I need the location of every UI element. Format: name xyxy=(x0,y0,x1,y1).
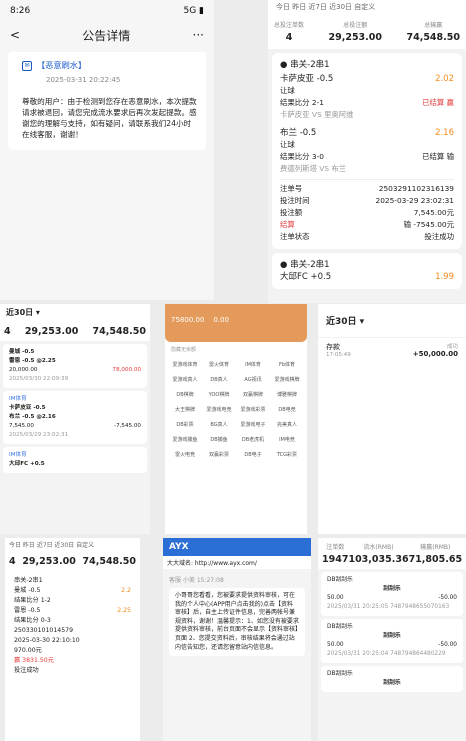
more-icon[interactable]: ··· xyxy=(193,28,204,42)
venue-item[interactable]: YOO棋牌 xyxy=(203,391,235,398)
venue-item[interactable]: 爱游戏棋牌 xyxy=(271,376,303,383)
game-card[interactable]: DB刮刮乐 刮刮乐 50.00 -50.00 2025/03/31 20:25:05 7… xyxy=(321,572,463,616)
venue-item[interactable]: DB电子 xyxy=(237,451,269,458)
record-card[interactable]: 曼城 -0.5 雷恩 -0.5 @2.25 20,000.00 78,000.00 20… xyxy=(3,344,147,388)
bet-card[interactable]: ● 串关-2串1 卡萨皮亚 -0.5 2.02 让球 结果比分 2-1 已结算 赢 … xyxy=(272,53,462,249)
venue-item[interactable]: Fb体育 xyxy=(271,361,303,368)
venue-item[interactable]: IM体育 xyxy=(237,361,269,368)
balance-card: 75800.00 0.00 xyxy=(165,304,307,342)
notice-title: 【恶意刷水】 xyxy=(37,60,87,70)
game-card[interactable]: DB刮刮乐 刮刮乐 50.00 -50.00 2025/03/31 20:25:04 7… xyxy=(321,619,463,663)
venue-item[interactable]: DB老虎机 xyxy=(237,436,269,443)
bet-records-screen: 近30日 ▾ 4 29,253.00 74,548.50 曼城 -0.5 雷恩 -0.… xyxy=(0,304,150,534)
betslip-screen: 今日 昨日 近7日 近30日 自定义 总投注单数 4 总投注额 29,253.00 … xyxy=(268,0,466,303)
chat-message: 小哥哥您看看，您被要求提供资料审核，可在我的个人中心(APP用户点击我的)点击【… xyxy=(169,588,305,657)
venue-item[interactable]: 双赢棋牌 xyxy=(237,391,269,398)
venue-item[interactable]: 爱游戏彩票 xyxy=(237,406,269,413)
status-icons: 5G ▮ xyxy=(183,6,204,16)
game-records-screen: 注单数 1947 流水(RMB) 103,035.36 输赢(RMB) 71,805.65… xyxy=(318,538,466,741)
game-card[interactable]: DB刮刮乐 刮刮乐 xyxy=(321,666,463,692)
notice-body: 尊敬的用户：由于检测到您存在恶意刷水，本次提款请求被退回，请您完成流水要求后再次… xyxy=(22,97,197,139)
bet-group: 串关-2串1 xyxy=(290,60,330,70)
app-logo: AYX xyxy=(163,538,311,556)
deposit-screen: 近30日 ▾ 存款 17:05:49 成功 +50,000.00 xyxy=(318,304,466,534)
record-card[interactable]: IM体育 大邱FC +0.5 xyxy=(3,447,147,473)
leg-team: 卡萨皮亚 -0.5 xyxy=(280,74,334,84)
venue-item[interactable]: 博雅棋牌 xyxy=(271,391,303,398)
venue-item[interactable]: IM电竞 xyxy=(271,436,303,443)
nav-bar: < 公告详情 ··· xyxy=(0,22,214,48)
period-select[interactable]: 近30日 ▾ xyxy=(318,304,466,337)
status-time: 8:26 xyxy=(10,6,31,16)
venue-item[interactable]: 爱游戏捕鱼 xyxy=(169,436,201,443)
venue-item[interactable]: 双赢彩票 xyxy=(203,451,235,458)
deposit-row[interactable]: 存款 17:05:49 成功 +50,000.00 xyxy=(318,337,466,362)
status-bar: 8:26 5G ▮ xyxy=(0,0,214,22)
venue-item[interactable]: 完美真人 xyxy=(271,421,303,428)
back-icon[interactable]: < xyxy=(10,28,20,42)
chat-screen: AYX 大大域名: http://www.ayx.com/ 客服 小美 15:2… xyxy=(163,538,311,741)
notice-screen: 8:26 5G ▮ < 公告详情 ··· ✉ 【恶意刷水】 2025-03-31 2… xyxy=(0,0,214,300)
venue-item[interactable]: 大王棋牌 xyxy=(169,406,201,413)
notice-icon: ✉ xyxy=(22,60,32,71)
venue-item[interactable]: TCG彩票 xyxy=(271,451,303,458)
venue-grid: 爱游戏体育 雷火体育 IM体育 Fb体育爱游戏真人 DB真人 AG视讯 爱游戏棋牌 DB棋牌 Y… xyxy=(165,357,307,462)
period-select[interactable]: 近30日 ▾ xyxy=(0,304,150,321)
page-title: 公告详情 xyxy=(82,28,131,43)
bet-card[interactable]: 串关-2串1 曼城 -0.5 2.2 结果比分 1-2 雷恩 -0.5 2.25 结果比… xyxy=(8,572,137,680)
date-tabs[interactable]: 今日 昨日 近7日 近30日 自定义 xyxy=(268,0,466,14)
hide-toggle[interactable]: 隐藏无余额 xyxy=(165,342,307,357)
venue-item[interactable]: 爱游戏电竞 xyxy=(203,406,235,413)
wallet-screen: 75800.00 0.00 隐藏无余额 爱游戏体育 雷火体育 IM体育 Fb体育 爱游戏… xyxy=(165,304,307,534)
venue-item[interactable]: 雷火体育 xyxy=(203,361,235,368)
venue-item[interactable]: BG真人 xyxy=(203,421,235,428)
record-card[interactable]: IM体育 卡萨皮亚 -0.5 布兰 -0.5 @2.16 7,545.00 -7,545… xyxy=(3,391,147,444)
venue-item[interactable]: DB彩票 xyxy=(169,421,201,428)
venue-item[interactable]: DB捕鱼 xyxy=(203,436,235,443)
betslip-screen-2: 今日 昨日 近7日 近30日 自定义 4 29,253.00 74,548.50 串… xyxy=(5,538,140,741)
venue-item[interactable]: DB电竞 xyxy=(271,406,303,413)
venue-item[interactable]: AG视讯 xyxy=(237,376,269,383)
bet-card-2[interactable]: ● 串关-2串1 大邱FC +0.5 1.99 xyxy=(272,253,462,289)
venue-item[interactable]: 爱游戏电子 xyxy=(237,421,269,428)
venue-item[interactable]: 爱游戏真人 xyxy=(169,376,201,383)
venue-item[interactable]: DB棋牌 xyxy=(169,391,201,398)
notice-time: 2025-03-31 20:22:45 xyxy=(46,76,121,84)
summary: 总投注单数 4 总投注额 29,253.00 总输赢 74,548.50 xyxy=(268,14,466,49)
notice-card: ✉ 【恶意刷水】 2025-03-31 20:22:45 尊敬的用户：由于检测到您… xyxy=(8,52,206,150)
venue-item[interactable]: 爱游戏体育 xyxy=(169,361,201,368)
venue-item[interactable]: 雷火电竞 xyxy=(169,451,201,458)
venue-item[interactable]: DB真人 xyxy=(203,376,235,383)
